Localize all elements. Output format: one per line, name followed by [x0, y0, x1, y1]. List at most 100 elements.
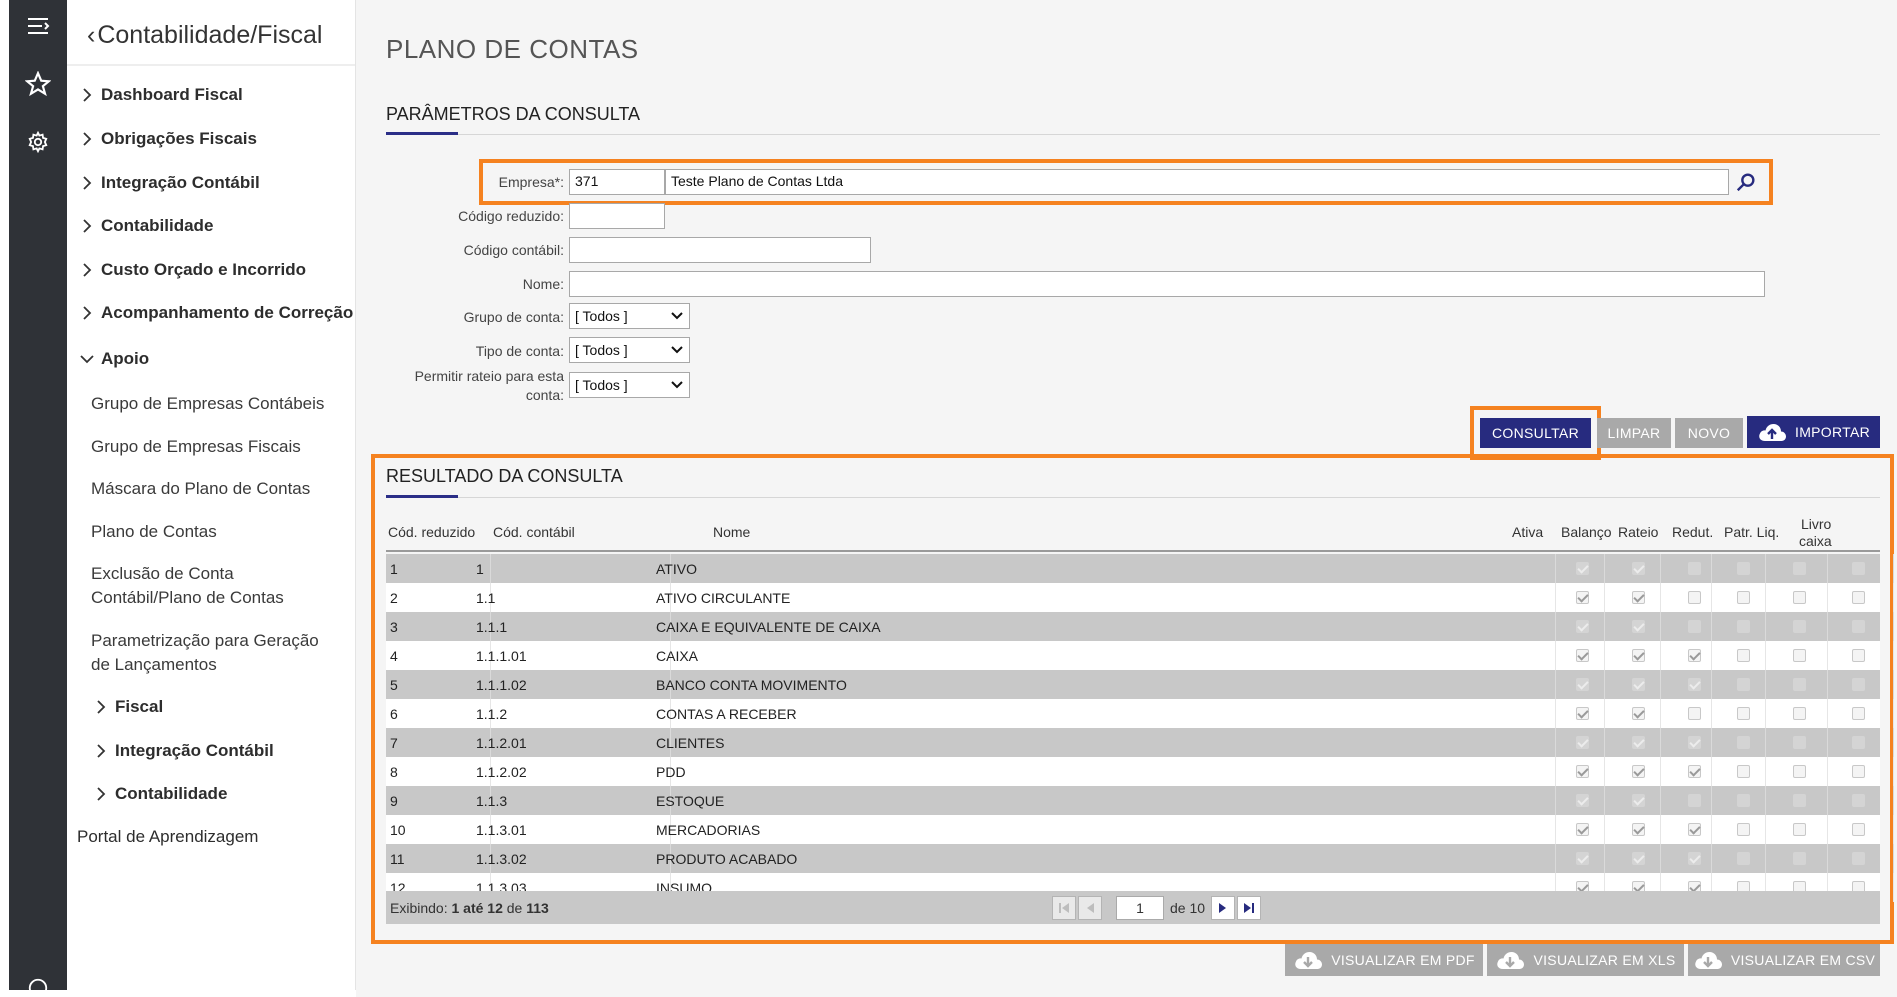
- limpar-button[interactable]: LIMPAR: [1597, 418, 1671, 448]
- rateio-select[interactable]: [ Todos ]: [569, 372, 690, 398]
- sidebar-subgroup-integracao[interactable]: Integração Contábil: [93, 741, 274, 761]
- sidebar-item-obrigacoes-fiscais[interactable]: Obrigações Fiscais: [79, 129, 257, 149]
- sidebar-item-portal[interactable]: Portal de Aprendizagem: [77, 827, 258, 847]
- codigo-reduzido-input[interactable]: [569, 203, 665, 229]
- table-row[interactable]: 2 1.1 ATIVO CIRCULANTE: [386, 583, 1894, 612]
- column-separator: [1711, 699, 1712, 728]
- chevron-right-icon: [79, 262, 95, 278]
- checkbox-bal: [1632, 794, 1645, 807]
- sidebar-item-custo-orcado[interactable]: Custo Orçado e Incorrido: [79, 260, 306, 280]
- column-separator: [1711, 612, 1712, 641]
- sidebar-item-apoio[interactable]: Apoio: [79, 349, 149, 369]
- cell-cod-contabil: 1.1.3.01: [476, 821, 527, 838]
- sidebar-sub-parametrizacao[interactable]: Parametrização para Geração de Lançament…: [91, 629, 341, 677]
- table-row[interactable]: 10 1.1.3.01 MERCADORIAS: [386, 815, 1894, 844]
- table-row[interactable]: 9 1.1.3 ESTOQUE: [386, 786, 1894, 815]
- page-number-input[interactable]: 1: [1116, 896, 1164, 920]
- col-header-balanco[interactable]: Balanço: [1561, 524, 1612, 540]
- grupo-conta-select[interactable]: [ Todos ]: [569, 303, 690, 329]
- empresa-search-button[interactable]: [1732, 168, 1760, 196]
- table-row[interactable]: 6 1.1.2 CONTAS A RECEBER: [386, 699, 1894, 728]
- next-page-button[interactable]: [1211, 896, 1235, 920]
- export-xls-button[interactable]: VISUALIZAR EM XLS: [1487, 944, 1684, 976]
- checkbox-patr: [1793, 620, 1806, 633]
- settings-button[interactable]: [9, 122, 67, 162]
- sidebar-item-dashboard-fiscal[interactable]: Dashboard Fiscal: [79, 85, 243, 105]
- cell-cod-reduzido: 10: [390, 821, 406, 838]
- sidebar-back-title[interactable]: ‹ Contabilidade/Fiscal: [87, 16, 322, 54]
- col-header-livro[interactable]: Livro: [1801, 516, 1831, 532]
- codigo-contabil-input[interactable]: [569, 237, 871, 263]
- checkbox-bal: [1632, 620, 1645, 633]
- table-row[interactable]: 11 1.1.3.02 PRODUTO ACABADO: [386, 844, 1894, 873]
- col-header-cod-contabil[interactable]: Cód. contábil: [493, 524, 575, 540]
- tipo-conta-select[interactable]: [ Todos ]: [569, 337, 690, 363]
- checkbox-ativa: [1576, 620, 1589, 633]
- favorites-button[interactable]: [9, 64, 67, 104]
- col-header-caixa[interactable]: caixa: [1799, 533, 1832, 549]
- novo-button[interactable]: NOVO: [1675, 418, 1743, 448]
- last-page-button[interactable]: [1237, 896, 1261, 920]
- sidebar-sub-mascara[interactable]: Máscara do Plano de Contas: [91, 477, 341, 501]
- sidebar-item-integracao-contabil[interactable]: Integração Contábil: [79, 173, 260, 193]
- checkbox-ativa: [1576, 678, 1589, 691]
- export-csv-button[interactable]: VISUALIZAR EM CSV: [1688, 944, 1880, 976]
- sidebar-item-acompanhamento[interactable]: Acompanhamento de Correção: [79, 303, 353, 323]
- export-xls-label: VISUALIZAR EM XLS: [1533, 952, 1676, 968]
- column-separator: [1660, 844, 1661, 873]
- column-separator: [1555, 815, 1556, 844]
- col-header-redut[interactable]: Redut.: [1672, 524, 1713, 540]
- cell-nome: CLIENTES: [656, 734, 725, 751]
- column-separator: [1711, 757, 1712, 786]
- col-header-patr-liq[interactable]: Patr. Liq.: [1724, 524, 1779, 540]
- app: ‹ Contabilidade/Fiscal Dashboard Fiscal …: [0, 0, 1897, 997]
- menu-toggle-button[interactable]: [9, 6, 67, 46]
- codigo-contabil-label: Código contábil:: [463, 242, 564, 258]
- export-csv-label: VISUALIZAR EM CSV: [1730, 952, 1876, 968]
- consultar-button[interactable]: CONSULTAR: [1480, 418, 1591, 448]
- sidebar-sub-exclusao[interactable]: Exclusão de Conta Contábil/Plano de Cont…: [91, 562, 341, 610]
- tipo-conta-label: Tipo de conta:: [475, 343, 564, 359]
- empresa-name-input[interactable]: Teste Plano de Contas Ltda: [665, 169, 1729, 195]
- column-separator: [1604, 583, 1605, 612]
- sidebar: ‹ Contabilidade/Fiscal Dashboard Fiscal …: [67, 0, 356, 990]
- checkbox-redut: [1737, 852, 1750, 865]
- table-row[interactable]: 4 1.1.1.01 CAIXA: [386, 641, 1894, 670]
- chevron-right-icon: [93, 743, 109, 759]
- search-icon: [1736, 173, 1755, 192]
- checkbox-livro: [1852, 852, 1865, 865]
- column-separator: [1711, 786, 1712, 815]
- checkbox-rat: [1688, 823, 1701, 836]
- sidebar-sub-grupo-fiscais[interactable]: Grupo de Empresas Fiscais: [91, 435, 341, 459]
- prev-page-button[interactable]: [1078, 896, 1102, 920]
- sidebar-sub-grupo-contabeis[interactable]: Grupo de Empresas Contábeis: [91, 392, 341, 416]
- cell-cod-reduzido: 4: [390, 647, 398, 664]
- sidebar-subgroup-fiscal[interactable]: Fiscal: [93, 697, 163, 717]
- col-header-cod-reduzido[interactable]: Cód. reduzido: [388, 524, 475, 540]
- nome-input[interactable]: [569, 271, 1765, 297]
- col-header-rateio[interactable]: Rateio: [1618, 524, 1658, 540]
- importar-button[interactable]: IMPORTAR: [1747, 416, 1880, 448]
- column-separator: [1765, 844, 1766, 873]
- sidebar-subgroup-contabilidade[interactable]: Contabilidade: [93, 784, 227, 804]
- help-button[interactable]: [9, 968, 67, 997]
- table-row[interactable]: 5 1.1.1.02 BANCO CONTA MOVIMENTO: [386, 670, 1894, 699]
- cell-cod-contabil: 1.1.1: [476, 618, 508, 635]
- table-row[interactable]: 7 1.1.2.01 CLIENTES: [386, 728, 1894, 757]
- table-row[interactable]: 8 1.1.2.02 PDD: [386, 757, 1894, 786]
- column-separator: [1604, 670, 1605, 699]
- sidebar-item-label: Apoio: [101, 349, 150, 368]
- table-row[interactable]: 3 1.1.1 CAIXA E EQUIVALENTE DE CAIXA: [386, 612, 1894, 641]
- table-row[interactable]: 1 1 ATIVO: [386, 554, 1894, 583]
- col-header-ativa[interactable]: Ativa: [1512, 524, 1543, 540]
- sidebar-sub-plano-contas[interactable]: Plano de Contas: [91, 520, 341, 544]
- column-separator: [1555, 554, 1556, 583]
- chevron-right-icon: [79, 131, 95, 147]
- column-separator: [1660, 786, 1661, 815]
- export-pdf-button[interactable]: VISUALIZAR EM PDF: [1285, 944, 1483, 976]
- results-section-title: RESULTADO DA CONSULTA: [386, 466, 623, 486]
- empresa-code-input[interactable]: 371: [569, 169, 665, 195]
- sidebar-item-contabilidade[interactable]: Contabilidade: [79, 216, 213, 236]
- first-page-button[interactable]: [1052, 896, 1076, 920]
- col-header-nome[interactable]: Nome: [713, 524, 750, 540]
